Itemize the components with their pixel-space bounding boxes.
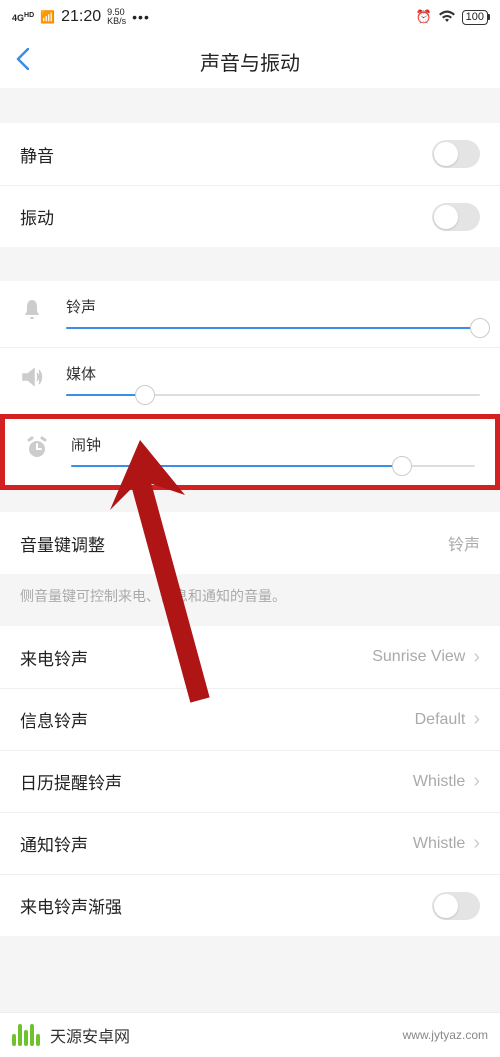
speaker-icon <box>20 365 46 394</box>
notification-ringtone-label: 通知铃声 <box>20 831 413 856</box>
chevron-right-icon: › <box>473 646 480 669</box>
watermark-logo <box>12 1024 40 1046</box>
mute-row[interactable]: 静音 <box>0 123 500 185</box>
alarm-slider-label: 闹钟 <box>71 434 475 455</box>
mute-label: 静音 <box>20 142 432 167</box>
alarm-clock-icon <box>25 436 51 465</box>
back-button[interactable] <box>16 46 29 77</box>
calendar-ringtone-row[interactable]: 日历提醒铃声 Whistle › <box>0 750 500 812</box>
ring-slider-label: 铃声 <box>66 296 480 317</box>
incoming-ringtone-row[interactable]: 来电铃声 Sunrise View › <box>0 626 500 688</box>
watermark-text: 天源安卓网 <box>50 1023 130 1047</box>
media-slider[interactable] <box>66 394 480 396</box>
vibrate-label: 振动 <box>20 204 432 229</box>
network-indicator: 4GHD <box>12 12 34 23</box>
watermark-url: www.jytyaz.com <box>403 1028 488 1042</box>
incoming-ringtone-value: Sunrise View <box>372 648 465 666</box>
status-bar: 4GHD 📶 21:20 9.50 KB/s ••• ⏰ 100 <box>0 0 500 34</box>
nav-bar: 声音与振动 <box>0 34 500 89</box>
ring-slider[interactable] <box>66 327 480 329</box>
message-ringtone-row[interactable]: 信息铃声 Default › <box>0 688 500 750</box>
watermark: 天源安卓网 www.jytyaz.com <box>0 1012 500 1057</box>
notification-ringtone-row[interactable]: 通知铃声 Whistle › <box>0 812 500 874</box>
ring-volume-block: 铃声 <box>0 281 500 347</box>
speed-indicator: 9.50 KB/s <box>107 8 126 26</box>
chevron-right-icon: › <box>473 832 480 855</box>
vibrate-row[interactable]: 振动 <box>0 185 500 247</box>
crescendo-row[interactable]: 来电铃声渐强 <box>0 874 500 936</box>
more-dots: ••• <box>132 9 150 25</box>
message-ringtone-value: Default <box>415 711 466 729</box>
media-volume-block: 媒体 <box>0 347 500 414</box>
highlight-annotation: 闹钟 <box>0 414 500 490</box>
alarm-volume-block: 闹钟 <box>5 419 495 485</box>
alarm-slider[interactable] <box>71 465 475 467</box>
message-ringtone-label: 信息铃声 <box>20 707 415 732</box>
calendar-ringtone-value: Whistle <box>413 773 465 791</box>
chevron-right-icon: › <box>473 708 480 731</box>
volume-key-value: 铃声 <box>448 531 480 555</box>
chevron-right-icon: › <box>473 770 480 793</box>
wifi-icon <box>438 9 456 26</box>
volume-key-label: 音量键调整 <box>20 531 448 556</box>
page-title: 声音与振动 <box>0 47 500 76</box>
alarm-icon: ⏰ <box>415 9 431 25</box>
clock: 21:20 <box>61 8 101 26</box>
media-slider-label: 媒体 <box>66 363 480 384</box>
volume-key-row[interactable]: 音量键调整 铃声 <box>0 512 500 574</box>
mute-toggle[interactable] <box>432 140 480 168</box>
calendar-ringtone-label: 日历提醒铃声 <box>20 769 413 794</box>
bell-icon <box>20 298 46 327</box>
notification-ringtone-value: Whistle <box>413 835 465 853</box>
vibrate-toggle[interactable] <box>432 203 480 231</box>
crescendo-label: 来电铃声渐强 <box>20 893 432 918</box>
battery-indicator: 100 <box>462 10 488 25</box>
volume-key-helper: 侧音量键可控制来电、信息和通知的音量。 <box>0 574 500 626</box>
crescendo-toggle[interactable] <box>432 892 480 920</box>
incoming-ringtone-label: 来电铃声 <box>20 645 372 670</box>
